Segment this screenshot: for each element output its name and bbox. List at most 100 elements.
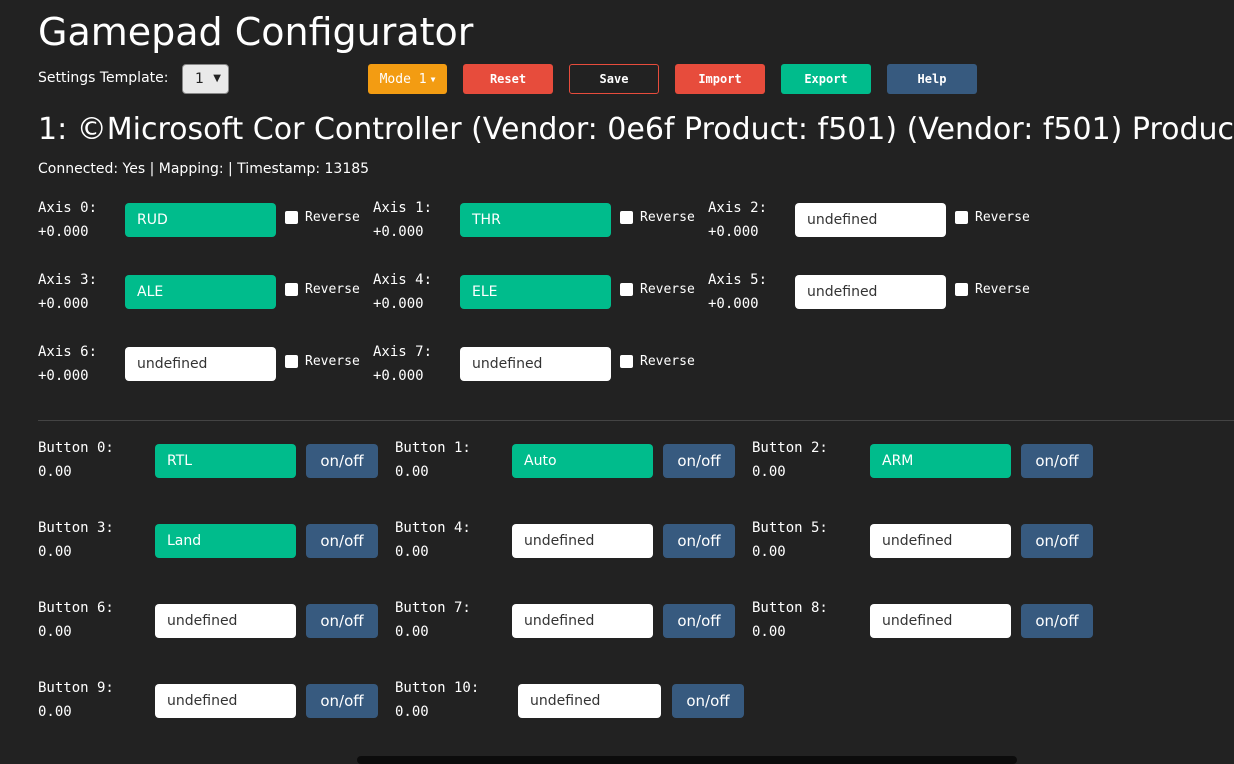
- axis-value: +0.000: [373, 224, 424, 240]
- axis-reverse-toggle[interactable]: Reverse: [285, 210, 360, 225]
- button-label: Button 4:: [395, 520, 471, 536]
- reverse-checkbox[interactable]: [955, 211, 968, 224]
- axis-reverse-toggle[interactable]: Reverse: [620, 210, 695, 225]
- axis-reverse-toggle[interactable]: Reverse: [285, 354, 360, 369]
- button-readout: Button 6: 0.00: [38, 596, 114, 644]
- controller-status: Connected: Yes | Mapping: | Timestamp: 1…: [38, 161, 370, 177]
- reverse-checkbox[interactable]: [955, 283, 968, 296]
- help-button[interactable]: Help: [887, 64, 977, 94]
- axis-mapping-field[interactable]: ALE: [125, 275, 276, 309]
- reverse-checkbox[interactable]: [285, 211, 298, 224]
- on-off-button[interactable]: on/off: [306, 524, 378, 558]
- chevron-down-icon: ▼: [213, 73, 221, 84]
- axis-value: +0.000: [708, 296, 759, 312]
- axis-reverse-toggle[interactable]: Reverse: [620, 354, 695, 369]
- axis-readout: Axis 1: +0.000: [373, 196, 432, 244]
- axis-mapping-field[interactable]: undefined: [795, 275, 946, 309]
- button-label: Button 8:: [752, 600, 828, 616]
- settings-template-select[interactable]: 1 ▼: [182, 64, 229, 94]
- button-label: Button 5:: [752, 520, 828, 536]
- button-readout: Button 2: 0.00: [752, 436, 828, 484]
- on-off-button[interactable]: on/off: [306, 684, 378, 718]
- reverse-label: Reverse: [305, 282, 360, 297]
- axis-label: Axis 6:: [38, 344, 98, 360]
- axis-label: Axis 3:: [38, 272, 98, 288]
- on-off-button[interactable]: on/off: [672, 684, 744, 718]
- on-off-button[interactable]: on/off: [1021, 524, 1093, 558]
- axis-readout: Axis 3: +0.000: [38, 268, 97, 316]
- reverse-checkbox[interactable]: [620, 283, 633, 296]
- button-label: Button 7:: [395, 600, 471, 616]
- button-mapping-field[interactable]: undefined: [870, 604, 1011, 638]
- button-mapping-field[interactable]: Auto: [512, 444, 653, 478]
- button-value: 0.00: [752, 624, 786, 640]
- axis-mapping-field[interactable]: THR: [460, 203, 611, 237]
- button-mapping-field[interactable]: ARM: [870, 444, 1011, 478]
- axis-label: Axis 7:: [373, 344, 433, 360]
- button-value: 0.00: [38, 704, 72, 720]
- section-divider: [38, 420, 1234, 421]
- axis-mapping-field[interactable]: undefined: [125, 347, 276, 381]
- button-value: 0.00: [38, 544, 72, 560]
- reverse-label: Reverse: [975, 282, 1030, 297]
- button-label: Button 2:: [752, 440, 828, 456]
- axis-reverse-toggle[interactable]: Reverse: [955, 210, 1030, 225]
- button-value: 0.00: [395, 624, 429, 640]
- axis-readout: Axis 6: +0.000: [38, 340, 97, 388]
- axis-value: +0.000: [373, 368, 424, 384]
- button-readout: Button 8: 0.00: [752, 596, 828, 644]
- axis-value: +0.000: [373, 296, 424, 312]
- button-label: Button 0:: [38, 440, 114, 456]
- on-off-button[interactable]: on/off: [306, 444, 378, 478]
- import-button[interactable]: Import: [675, 64, 765, 94]
- button-mapping-field[interactable]: undefined: [870, 524, 1011, 558]
- reverse-label: Reverse: [640, 354, 695, 369]
- button-mapping-field[interactable]: undefined: [155, 604, 296, 638]
- button-mapping-field[interactable]: Land: [155, 524, 296, 558]
- on-off-button[interactable]: on/off: [1021, 604, 1093, 638]
- axis-label: Axis 4:: [373, 272, 433, 288]
- axis-mapping-field[interactable]: undefined: [460, 347, 611, 381]
- reset-button[interactable]: Reset: [463, 64, 553, 94]
- axis-mapping-field[interactable]: ELE: [460, 275, 611, 309]
- reverse-checkbox[interactable]: [285, 283, 298, 296]
- reverse-label: Reverse: [305, 354, 360, 369]
- button-label: Button 10:: [395, 680, 480, 696]
- button-mapping-field[interactable]: undefined: [518, 684, 661, 718]
- button-mapping-field[interactable]: RTL: [155, 444, 296, 478]
- button-readout: Button 5: 0.00: [752, 516, 828, 564]
- button-readout: Button 0: 0.00: [38, 436, 114, 484]
- reverse-checkbox[interactable]: [620, 211, 633, 224]
- axis-readout: Axis 0: +0.000: [38, 196, 97, 244]
- axis-readout: Axis 5: +0.000: [708, 268, 767, 316]
- button-readout: Button 10: 0.00: [395, 676, 479, 724]
- save-button[interactable]: Save: [569, 64, 659, 94]
- axis-mapping-field[interactable]: RUD: [125, 203, 276, 237]
- on-off-button[interactable]: on/off: [1021, 444, 1093, 478]
- export-button[interactable]: Export: [781, 64, 871, 94]
- axis-mapping-field[interactable]: undefined: [795, 203, 946, 237]
- button-label: Button 9:: [38, 680, 114, 696]
- axis-reverse-toggle[interactable]: Reverse: [955, 282, 1030, 297]
- on-off-button[interactable]: on/off: [663, 604, 735, 638]
- button-readout: Button 9: 0.00: [38, 676, 114, 724]
- reverse-checkbox[interactable]: [285, 355, 298, 368]
- on-off-button[interactable]: on/off: [306, 604, 378, 638]
- settings-template-value: 1: [195, 71, 204, 87]
- on-off-button[interactable]: on/off: [663, 444, 735, 478]
- axis-reverse-toggle[interactable]: Reverse: [285, 282, 360, 297]
- mode-dropdown-button[interactable]: Mode 1 ▼: [368, 64, 447, 94]
- button-mapping-field[interactable]: undefined: [512, 524, 653, 558]
- on-off-button[interactable]: on/off: [663, 524, 735, 558]
- reverse-checkbox[interactable]: [620, 355, 633, 368]
- axis-label: Axis 0:: [38, 200, 98, 216]
- button-mapping-field[interactable]: undefined: [155, 684, 296, 718]
- button-label: Button 3:: [38, 520, 114, 536]
- button-value: 0.00: [752, 464, 786, 480]
- axis-label: Axis 5:: [708, 272, 768, 288]
- reverse-label: Reverse: [975, 210, 1030, 225]
- horizontal-scrollbar[interactable]: [357, 756, 1017, 764]
- button-label: Button 1:: [395, 440, 471, 456]
- axis-reverse-toggle[interactable]: Reverse: [620, 282, 695, 297]
- button-mapping-field[interactable]: undefined: [512, 604, 653, 638]
